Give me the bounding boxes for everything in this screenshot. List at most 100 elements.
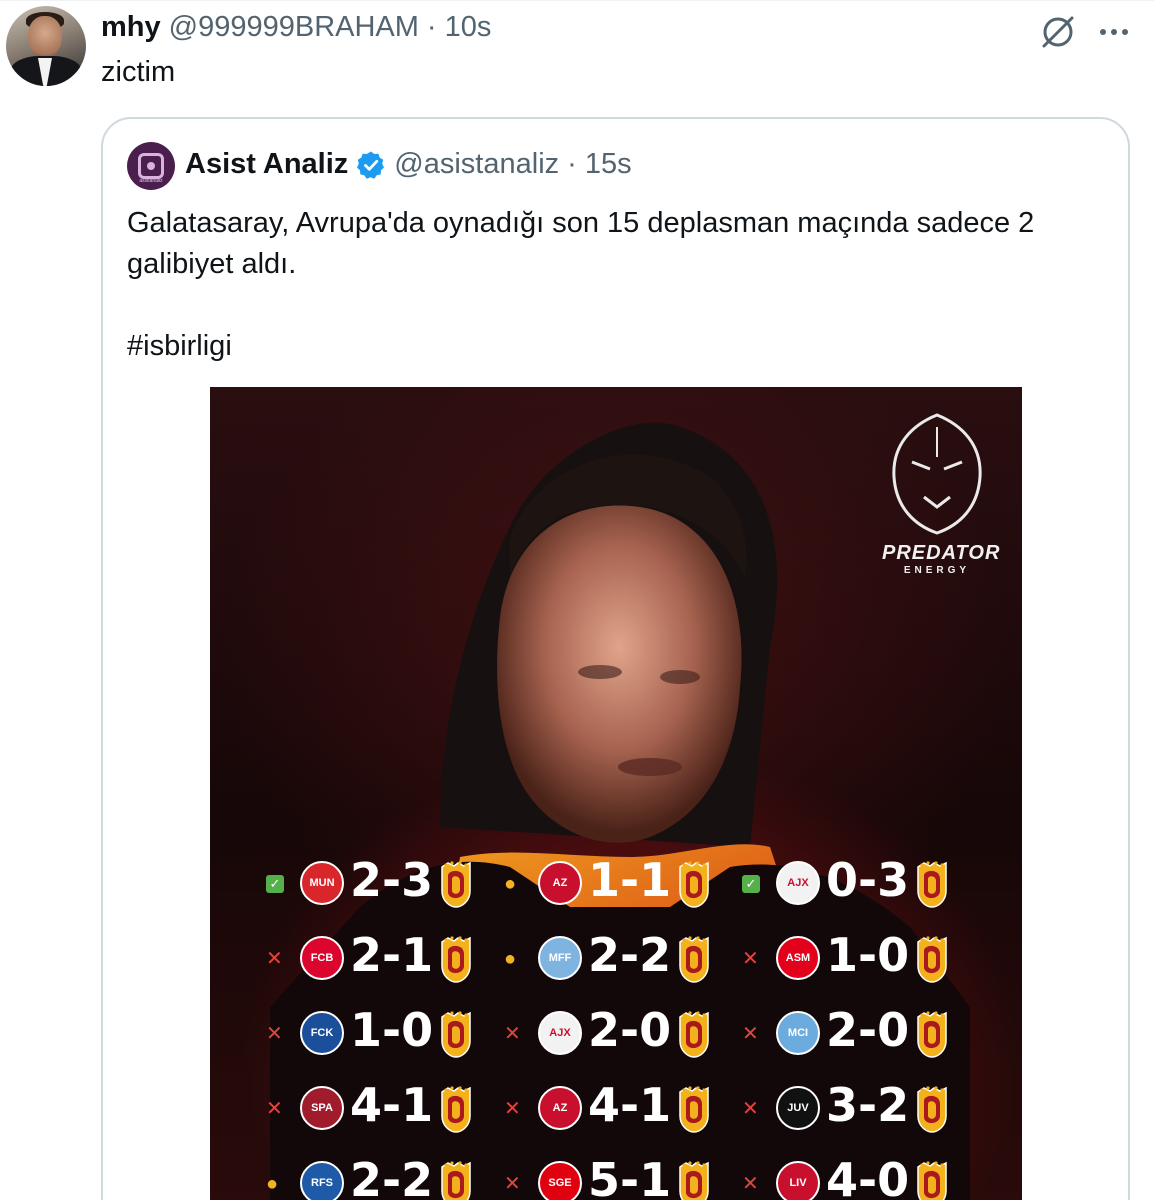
opponent-crest-icon: LIV: [776, 1161, 820, 1200]
loss-status-icon: ✕: [504, 1098, 521, 1120]
header-separator: ·: [426, 11, 437, 43]
opponent-crest-icon: SGE: [538, 1161, 582, 1200]
galatasaray-crest-icon: [441, 1086, 471, 1133]
match-score: 2-3: [350, 853, 434, 907]
loss-status-icon: ✕: [266, 948, 283, 970]
quoted-tweet-text: Galatasaray, Avrupa'da oynadığı son 15 d…: [127, 203, 1107, 367]
galatasaray-crest-icon: [679, 1011, 709, 1058]
match-score: 1-1: [588, 853, 672, 907]
match-result: ✕ JUV 3-2: [742, 1076, 982, 1140]
win-status-icon: ✓: [742, 875, 760, 893]
loss-status-icon: ✕: [742, 1098, 759, 1120]
quoted-tweet-card[interactable]: asistanaliz Asist Analiz @asistanaliz · …: [101, 117, 1130, 1200]
quoted-tweet-timestamp[interactable]: 15s: [585, 148, 632, 181]
galatasaray-crest-icon: [441, 861, 471, 908]
quoted-text-line-2: galibiyet aldı.: [127, 248, 297, 280]
loss-status-icon: ✕: [266, 1098, 283, 1120]
author-name[interactable]: mhy: [101, 11, 161, 44]
match-result: ✓ AJX 0-3: [742, 851, 982, 915]
top-divider: [0, 0, 1154, 1]
quoted-author-name[interactable]: Asist Analiz: [185, 148, 348, 181]
match-result: ✕ SPA 4-1: [266, 1076, 506, 1140]
quoted-text-line-1: Galatasaray, Avrupa'da oynadığı son 15 d…: [127, 207, 1035, 239]
galatasaray-crest-icon: [441, 936, 471, 983]
match-score: 5-1: [588, 1153, 672, 1200]
match-score: 1-0: [350, 1003, 434, 1057]
loss-status-icon: ✕: [742, 1023, 759, 1045]
galatasaray-crest-icon: [679, 936, 709, 983]
loss-status-icon: ✕: [266, 1023, 283, 1045]
quoted-author-avatar[interactable]: asistanaliz: [127, 142, 175, 190]
loss-status-icon: ✕: [504, 1173, 521, 1195]
draw-status-icon: ●: [504, 948, 517, 970]
result-row: ● RFS 2-2 ✕ SGE 5-1 ✕ LIV 4-0: [266, 1151, 978, 1200]
quoted-author-handle[interactable]: @asistanaliz: [394, 148, 559, 181]
loss-status-icon: ✕: [742, 1173, 759, 1195]
opponent-crest-icon: AZ: [538, 1086, 582, 1130]
galatasaray-crest-icon: [917, 861, 947, 908]
draw-status-icon: ●: [266, 1173, 279, 1195]
match-result: ✕ ASM 1-0: [742, 926, 982, 990]
opponent-crest-icon: ASM: [776, 936, 820, 980]
opponent-crest-icon: AJX: [776, 861, 820, 905]
match-result: ● MFF 2-2: [504, 926, 744, 990]
sponsor-word: PREDATOR: [882, 542, 1001, 564]
match-score: 1-0: [826, 928, 910, 982]
match-score: 4-0: [826, 1153, 910, 1200]
quoted-tweet-header: Asist Analiz @asistanaliz · 15s: [185, 148, 632, 181]
match-score: 4-1: [588, 1078, 672, 1132]
galatasaray-crest-icon: [679, 861, 709, 908]
loss-status-icon: ✕: [742, 948, 759, 970]
galatasaray-crest-icon: [441, 1161, 471, 1200]
predator-energy-logo: PREDATOR ENERGY: [882, 407, 999, 576]
galatasaray-crest-icon: [679, 1086, 709, 1133]
loss-status-icon: ✕: [504, 1023, 521, 1045]
tweet-header: mhy @999999BRAHAM · 10s: [101, 11, 491, 44]
match-score: 4-1: [350, 1078, 434, 1132]
galatasaray-crest-icon: [441, 1011, 471, 1058]
author-avatar[interactable]: [6, 6, 86, 86]
galatasaray-crest-icon: [917, 1086, 947, 1133]
author-handle[interactable]: @999999BRAHAM: [169, 11, 419, 44]
match-result: ✕ AZ 4-1: [504, 1076, 744, 1140]
sponsor-subword: ENERGY: [903, 565, 971, 576]
tiger-logo-icon: [892, 413, 982, 535]
match-result: ✕ FCK 1-0: [266, 1001, 506, 1065]
galatasaray-crest-icon: [917, 1011, 947, 1058]
opponent-crest-icon: RFS: [300, 1161, 344, 1200]
match-result: ✓ MUN 2-3: [266, 851, 506, 915]
tweet-timestamp[interactable]: 10s: [445, 11, 492, 44]
match-result: ● RFS 2-2: [266, 1151, 506, 1200]
quoted-header-separator: ·: [567, 148, 577, 180]
match-score: 2-0: [826, 1003, 910, 1057]
quoted-media-image[interactable]: PREDATOR ENERGY ✓ MUN 2-3 ● AZ 1-1 ✓ AJX 0-3 ✕ FCB…: [210, 387, 1022, 1200]
result-row: ✕ SPA 4-1 ✕ AZ 4-1 ✕ JUV 3-2: [266, 1076, 978, 1140]
match-result: ✕ MCI 2-0: [742, 1001, 982, 1065]
opponent-crest-icon: MCI: [776, 1011, 820, 1055]
opponent-crest-icon: MUN: [300, 861, 344, 905]
match-score: 0-3: [826, 853, 910, 907]
galatasaray-crest-icon: [917, 936, 947, 983]
verified-badge-icon: [357, 151, 385, 179]
match-result: ✕ AJX 2-0: [504, 1001, 744, 1065]
tweet-text: zictim: [101, 56, 176, 88]
quoted-hashtag[interactable]: #isbirligi: [127, 326, 1107, 367]
match-result: ✕ SGE 5-1: [504, 1151, 744, 1200]
more-icon[interactable]: [1094, 12, 1134, 52]
match-score: 3-2: [826, 1078, 910, 1132]
result-row: ✕ FCK 1-0 ✕ AJX 2-0 ✕ MCI 2-0: [266, 1001, 978, 1065]
draw-status-icon: ●: [504, 873, 517, 895]
match-result: ✕ FCB 2-1: [266, 926, 506, 990]
result-row: ✕ FCB 2-1 ● MFF 2-2 ✕ ASM 1-0: [266, 926, 978, 990]
opponent-crest-icon: SPA: [300, 1086, 344, 1130]
opponent-crest-icon: AZ: [538, 861, 582, 905]
galatasaray-crest-icon: [917, 1161, 947, 1200]
win-status-icon: ✓: [266, 875, 284, 893]
opponent-crest-icon: FCK: [300, 1011, 344, 1055]
avatar-logo-text: asistanaliz: [139, 178, 163, 184]
match-score: 2-2: [588, 928, 672, 982]
opponent-crest-icon: MFF: [538, 936, 582, 980]
grok-icon[interactable]: [1038, 12, 1078, 52]
match-score: 2-0: [588, 1003, 672, 1057]
match-result: ● AZ 1-1: [504, 851, 744, 915]
